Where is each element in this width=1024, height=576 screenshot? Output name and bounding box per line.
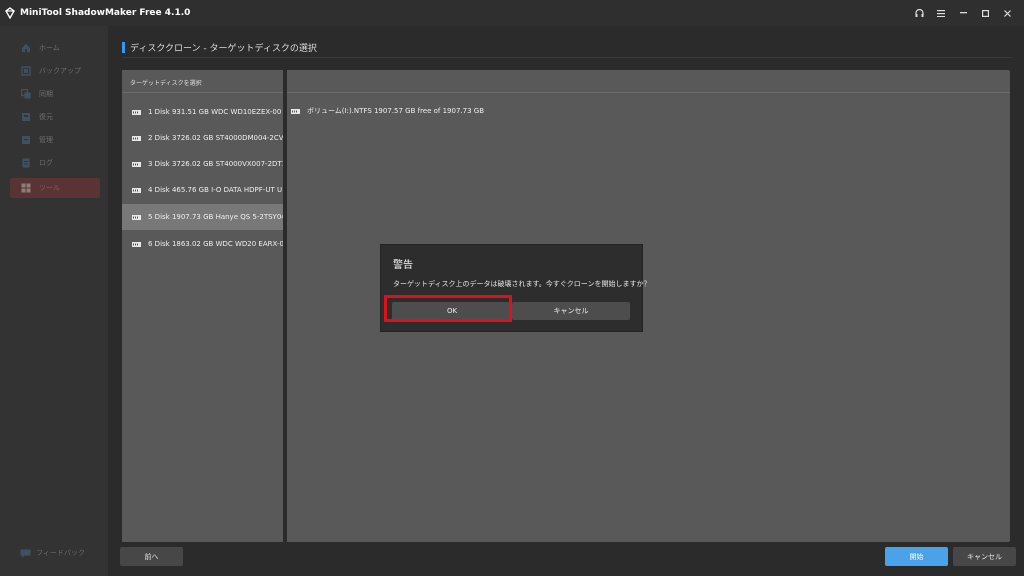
sidebar-item-label: ログ <box>39 159 53 167</box>
sidebar-item-sync[interactable]: 同期 <box>10 84 100 104</box>
tools-icon <box>21 183 31 193</box>
close-icon[interactable] <box>996 0 1018 26</box>
disk-label: 2 Disk 3726.02 GB ST4000DM004-2CV <box>148 134 283 142</box>
sidebar-item-tools[interactable]: ツール <box>10 178 100 198</box>
dialog-message: ターゲットディスク上のデータは破壊されます。今すぐクローンを開始しますか？ <box>393 280 651 288</box>
dialog-title: 警告 <box>393 260 413 271</box>
minitool-logo-icon <box>5 7 15 19</box>
disk-row-4[interactable]: 4 Disk 465.76 GB I-O DATA HDPF-UT U <box>122 177 283 203</box>
disk-row-2[interactable]: 2 Disk 3726.02 GB ST4000DM004-2CV <box>122 125 283 151</box>
disk-icon <box>132 187 141 193</box>
disk-label: 5 Disk 1907.73 GB Hanye QS 5-2TSY04 <box>148 213 283 221</box>
disk-label: 3 Disk 3726.02 GB ST4000VX007-2DT1 <box>148 160 283 168</box>
sidebar-item-label: バックアップ <box>39 67 81 75</box>
divider <box>287 92 1010 93</box>
log-icon <box>22 158 30 168</box>
sidebar-item-label: 復元 <box>39 113 53 121</box>
sidebar-item-backup[interactable]: バックアップ <box>10 61 100 81</box>
sidebar: ホーム バックアップ 同期 復元 管理 ログ ツール フィードバック <box>0 26 108 576</box>
disk-icon <box>132 135 141 141</box>
panel-header: ターゲットディスクを選択 <box>130 80 202 87</box>
sidebar-item-home[interactable]: ホーム <box>10 38 100 58</box>
disk-row-5[interactable]: 5 Disk 1907.73 GB Hanye QS 5-2TSY04 <box>122 204 283 230</box>
page-header: ディスククローン - ターゲットディスクの選択 <box>122 41 1012 58</box>
start-button[interactable]: 開始 <box>885 547 948 566</box>
volume-row[interactable]: ボリューム(I:).NTFS 1907.57 GB free of 1907.7… <box>287 101 484 121</box>
feedback-icon <box>20 549 31 558</box>
sidebar-item-label: 管理 <box>39 136 53 144</box>
title-accent-bar <box>122 42 125 53</box>
sidebar-item-label: ホーム <box>39 44 60 52</box>
menu-icon[interactable] <box>930 0 952 26</box>
disk-row-6[interactable]: 6 Disk 1863.02 GB WDC WD20 EARX-0 <box>122 231 283 257</box>
restore-icon <box>22 113 30 121</box>
disk-icon <box>132 109 141 115</box>
sidebar-item-log[interactable]: ログ <box>10 153 100 173</box>
sidebar-item-manage[interactable]: 管理 <box>10 130 100 150</box>
volume-label: ボリューム(I:).NTFS 1907.57 GB free of 1907.7… <box>307 107 485 115</box>
cancel-button[interactable]: キャンセル <box>953 547 1016 566</box>
disk-row-1[interactable]: 1 Disk 931.51 GB WDC WD10EZEX-00 <box>122 99 283 125</box>
app-title: MiniTool ShadowMaker Free 4.1.0 <box>20 8 191 18</box>
home-icon <box>22 44 30 52</box>
minimize-icon[interactable] <box>952 0 974 26</box>
title-bar: MiniTool ShadowMaker Free 4.1.0 <box>0 0 1024 26</box>
back-button[interactable]: 前へ <box>120 547 183 566</box>
disk-icon <box>132 161 141 167</box>
disk-icon <box>132 214 141 220</box>
divider <box>122 92 283 93</box>
disk-label: 1 Disk 931.51 GB WDC WD10EZEX-00 <box>148 108 282 116</box>
disk-row-3[interactable]: 3 Disk 3726.02 GB ST4000VX007-2DT1 <box>122 151 283 177</box>
highlight-box <box>384 295 512 322</box>
disk-label: 4 Disk 465.76 GB I-O DATA HDPF-UT U <box>148 186 283 194</box>
disk-icon <box>132 241 141 247</box>
sidebar-item-restore[interactable]: 復元 <box>10 107 100 127</box>
disk-list-panel: ターゲットディスクを選択 1 Disk 931.51 GB WDC WD10EZ… <box>122 70 283 542</box>
feedback-label: フィードバック <box>36 549 85 557</box>
maximize-icon[interactable] <box>974 0 996 26</box>
manage-icon <box>22 136 30 144</box>
sidebar-item-label: 同期 <box>39 90 53 98</box>
feedback-link[interactable]: フィードバック <box>20 548 85 558</box>
backup-icon <box>21 66 31 76</box>
dialog-cancel-button[interactable]: キャンセル <box>512 302 630 320</box>
window-controls <box>908 0 1018 26</box>
page-title: ディスククローン - ターゲットディスクの選択 <box>130 44 317 54</box>
partition-icon <box>291 108 300 114</box>
sidebar-item-label: ツール <box>39 184 60 192</box>
headset-icon[interactable] <box>908 0 930 26</box>
disk-label: 6 Disk 1863.02 GB WDC WD20 EARX-0 <box>148 240 283 248</box>
sync-icon <box>21 89 31 99</box>
panel-divider <box>283 70 287 542</box>
